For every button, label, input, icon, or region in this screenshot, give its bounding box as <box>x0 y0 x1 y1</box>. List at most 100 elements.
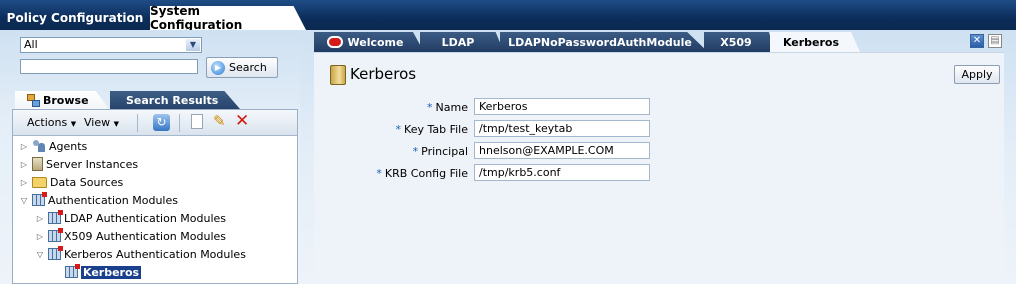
delete-icon[interactable]: ✕ <box>235 111 249 131</box>
tab-x509-label: X509 <box>720 35 752 49</box>
new-document-icon[interactable] <box>191 114 203 129</box>
name-field[interactable] <box>474 98 650 115</box>
window-controls: ✕ ▤ <box>970 34 1002 48</box>
edit-pencil-icon[interactable]: ✎ <box>213 112 226 130</box>
tab-ldapnopasswordauthmodule-label: LDAPNoPasswordAuthModule <box>508 35 692 49</box>
tree-item-x509-authentication-modules[interactable]: ▷ X509 Authentication Modules <box>35 228 226 244</box>
tree-item-authentication-modules[interactable]: ▽ Authentication Modules <box>19 192 178 208</box>
expand-icon[interactable]: ▷ <box>19 178 29 187</box>
scope-select-value: All <box>24 38 38 51</box>
tab-kerberos-label: Kerberos <box>782 35 840 49</box>
field-label: * Name <box>427 101 468 114</box>
tree-item-kerberos[interactable]: Kerberos <box>65 264 142 280</box>
tree-item-label: LDAP Authentication Modules <box>64 211 227 225</box>
krb-config-file-field[interactable] <box>474 164 650 181</box>
tab-kerberos[interactable]: Kerberos <box>770 32 860 52</box>
module-icon <box>48 246 63 260</box>
scope-select[interactable]: All ▼ <box>20 37 202 53</box>
kerberos-form: Kerberos Apply *Name *Key Tab File *Prin… <box>314 52 1004 284</box>
form-row-name: * Name <box>314 98 1004 116</box>
required-marker: * <box>376 167 382 180</box>
field-label: * Key Tab File <box>396 123 468 136</box>
field-label-text: Principal <box>421 145 468 158</box>
tree-item-label: Kerberos Authentication Modules <box>64 247 246 261</box>
tab-policy-configuration[interactable]: Policy Configuration <box>0 6 150 30</box>
collapse-icon[interactable]: ▽ <box>35 250 45 259</box>
refresh-icon[interactable]: ↻ <box>153 114 170 131</box>
module-icon <box>32 192 47 206</box>
hierarchy-icon <box>27 94 40 107</box>
close-all-icon[interactable]: ▤ <box>988 34 1002 48</box>
tree-item-server-instances[interactable]: ▷ Server Instances <box>19 156 138 172</box>
form-row-krb-config-file: * KRB Config File <box>314 164 1004 182</box>
close-tab-icon[interactable]: ✕ <box>970 34 984 48</box>
toolbar-divider <box>179 114 180 132</box>
expand-icon[interactable]: ▷ <box>35 214 45 223</box>
search-input[interactable] <box>20 59 198 74</box>
tree-item-agents[interactable]: ▷ Agents <box>19 138 87 154</box>
browse-toolbar: Actions ▼ View ▼ ↻ ✎ ✕ <box>13 110 297 136</box>
required-marker: * <box>412 145 419 158</box>
tab-welcome[interactable]: Welcome <box>314 32 424 52</box>
chevron-down-icon: ▼ <box>70 120 77 128</box>
module-icon <box>48 210 63 224</box>
tab-x509[interactable]: X509 <box>704 32 776 52</box>
field-label: * Principal <box>413 145 468 158</box>
collapse-icon[interactable]: ▽ <box>19 196 29 205</box>
tree-item-data-sources[interactable]: ▷ Data Sources <box>19 174 123 190</box>
apply-button[interactable]: Apply <box>954 65 1000 84</box>
module-icon <box>48 228 63 242</box>
content-panel: Welcome LDAP LDAPNoPasswordAuthModule X5… <box>300 30 1016 284</box>
folder-icon <box>32 176 47 188</box>
field-label-text: KRB Config File <box>384 167 468 180</box>
chevron-down-icon[interactable]: ▼ <box>186 39 200 51</box>
oracle-logo-icon <box>326 36 343 48</box>
field-label: * KRB Config File <box>376 167 468 180</box>
expand-icon[interactable]: ▷ <box>19 160 29 169</box>
tab-ldap[interactable]: LDAP <box>420 32 504 52</box>
principal-field[interactable] <box>474 142 650 159</box>
tree-item-label: Authentication Modules <box>48 193 178 207</box>
tree-item-label: Server Instances <box>46 157 139 171</box>
tab-search-results-label: Search Results <box>126 93 219 107</box>
field-label-text: Name <box>435 101 468 114</box>
view-menu[interactable]: View ▼ <box>84 116 119 129</box>
tree-item-label: Agents <box>49 139 88 153</box>
document-tab-bar: Welcome LDAP LDAPNoPasswordAuthModule X5… <box>314 32 964 52</box>
actions-menu-label: Actions <box>27 116 68 129</box>
field-label-text: Key Tab File <box>404 123 468 136</box>
required-marker: * <box>395 123 402 136</box>
tree-item-label: Data Sources <box>50 175 124 189</box>
tree-container: Actions ▼ View ▼ ↻ ✎ ✕ ▷ Agents ▷ Server… <box>12 109 298 284</box>
expand-icon[interactable]: ▷ <box>35 232 45 241</box>
expand-icon[interactable]: ▷ <box>19 142 29 151</box>
form-row-principal: * Principal <box>314 142 1004 160</box>
actions-menu[interactable]: Actions ▼ <box>27 116 76 129</box>
tab-browse[interactable]: Browse <box>15 91 109 109</box>
tree-item-label: X509 Authentication Modules <box>64 229 227 243</box>
server-icon <box>32 157 43 171</box>
module-icon <box>65 264 80 278</box>
search-button-label: Search <box>229 61 267 74</box>
tab-ldap-label: LDAP <box>441 35 475 49</box>
search-button[interactable]: ▶ Search <box>206 57 278 78</box>
view-menu-label: View <box>84 116 111 129</box>
tab-system-configuration[interactable]: System Configuration <box>150 6 306 30</box>
tab-welcome-label: Welcome <box>347 35 404 49</box>
key-tab-file-field[interactable] <box>474 120 650 137</box>
tab-browse-label: Browse <box>43 93 89 107</box>
tree-item-label: Kerberos <box>81 265 142 279</box>
tab-search-results[interactable]: Search Results <box>110 91 240 109</box>
people-icon <box>32 139 46 153</box>
chevron-down-icon: ▼ <box>113 120 119 128</box>
tab-ldapnopasswordauthmodule[interactable]: LDAPNoPasswordAuthModule <box>500 32 708 52</box>
top-tab-bar: Policy Configuration System Configuratio… <box>0 0 1016 30</box>
tree-item-kerberos-authentication-modules[interactable]: ▽ Kerberos Authentication Modules <box>35 246 246 262</box>
required-marker: * <box>427 101 433 114</box>
go-arrow-icon: ▶ <box>211 60 225 75</box>
form-row-key-tab-file: * Key Tab File <box>314 120 1004 138</box>
browse-panel: All ▼ ▶ Search Browse Search Results Act… <box>0 30 300 284</box>
toolbar-divider <box>137 114 138 132</box>
page-title: Kerberos <box>350 65 417 83</box>
tree-item-ldap-authentication-modules[interactable]: ▷ LDAP Authentication Modules <box>35 210 226 226</box>
